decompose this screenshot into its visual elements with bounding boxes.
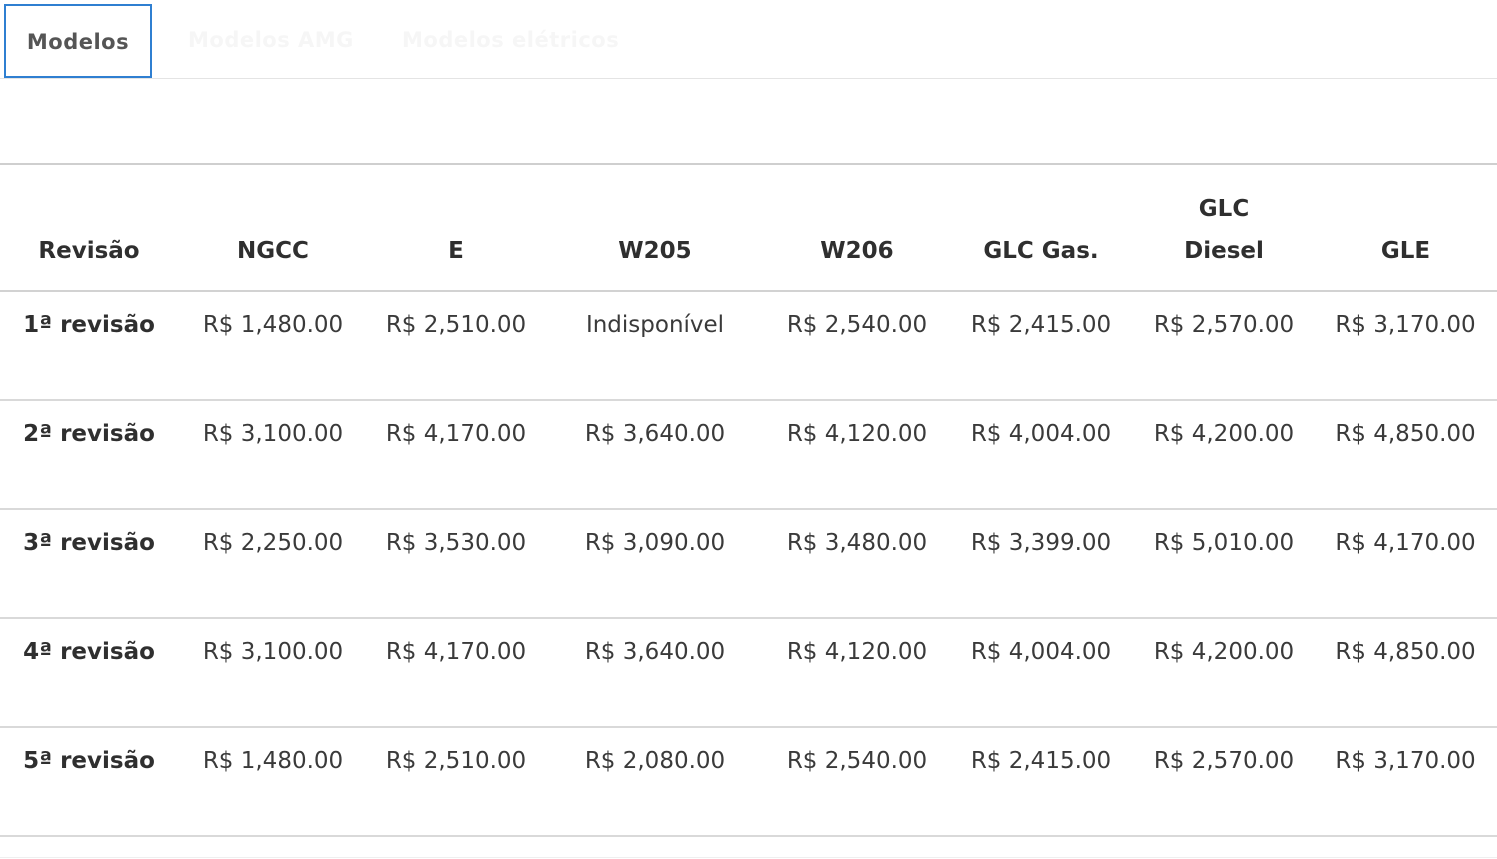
price-cell: R$ 2,080.00: [544, 727, 766, 837]
header-glc-gas: GLC Gas.: [948, 164, 1134, 292]
price-cell: R$ 3,640.00: [544, 618, 766, 728]
price-cell: R$ 4,004.00: [948, 400, 1134, 510]
price-cell: R$ 3,399.00: [948, 509, 1134, 619]
price-cell: R$ 4,850.00: [1314, 618, 1497, 728]
price-cell: R$ 2,570.00: [1134, 291, 1314, 401]
price-cell: R$ 3,100.00: [178, 400, 368, 510]
header-glc-diesel: GLC Diesel: [1134, 164, 1314, 292]
price-cell: R$ 5,010.00: [1134, 509, 1314, 619]
price-cell: R$ 3,090.00: [544, 509, 766, 619]
header-gle: GLE: [1314, 164, 1497, 292]
price-cell: R$ 2,510.00: [368, 291, 544, 401]
price-cell: Indisponível: [544, 291, 766, 401]
price-cell: R$ 4,200.00: [1134, 618, 1314, 728]
price-cell: R$ 1,480.00: [178, 291, 368, 401]
price-cell: R$ 2,250.00: [178, 509, 368, 619]
header-ngcc: NGCC: [178, 164, 368, 292]
price-cell: R$ 3,480.00: [766, 509, 948, 619]
price-cell: R$ 3,170.00: [1314, 291, 1497, 401]
header-w205: W205: [544, 164, 766, 292]
table-header-row: Revisão NGCC E W205 W206 GLC Gas. GLC Di…: [0, 164, 1497, 292]
price-cell: R$ 4,004.00: [948, 618, 1134, 728]
tab-modelos-amg[interactable]: Modelos AMG: [188, 4, 354, 78]
price-cell: R$ 4,170.00: [368, 400, 544, 510]
table-row: 1ª revisão R$ 1,480.00 R$ 2,510.00 Indispon…: [0, 291, 1497, 401]
price-cell: R$ 2,415.00: [948, 727, 1134, 837]
tab-modelos-eletricos[interactable]: Modelos elétricos: [402, 4, 619, 78]
revision-label: 4ª revisão: [0, 618, 178, 728]
revision-label: 5ª revisão: [0, 727, 178, 837]
price-cell: R$ 3,640.00: [544, 400, 766, 510]
header-revisao: Revisão: [0, 164, 178, 292]
table-row: 5ª revisão R$ 1,480.00 R$ 2,510.00 R$ 2,080…: [0, 727, 1497, 837]
price-cell: R$ 2,510.00: [368, 727, 544, 837]
price-cell: R$ 2,540.00: [766, 291, 948, 401]
price-cell: R$ 4,200.00: [1134, 400, 1314, 510]
revision-label: 1ª revisão: [0, 291, 178, 401]
revision-label: 2ª revisão: [0, 400, 178, 510]
price-cell: R$ 4,170.00: [1314, 509, 1497, 619]
revision-label: 3ª revisão: [0, 509, 178, 619]
price-cell: R$ 4,120.00: [766, 618, 948, 728]
tab-modelos[interactable]: Modelos: [4, 4, 152, 78]
header-e: E: [368, 164, 544, 292]
price-table-container: Revisão NGCC E W205 W206 GLC Gas. GLC Di…: [0, 164, 1497, 837]
table-row: 2ª revisão R$ 3,100.00 R$ 4,170.00 R$ 3,640…: [0, 400, 1497, 510]
price-cell: R$ 3,530.00: [368, 509, 544, 619]
table-bottom-divider: [0, 857, 1497, 858]
revision-price-table: Revisão NGCC E W205 W206 GLC Gas. GLC Di…: [0, 164, 1497, 837]
table-row: 4ª revisão R$ 3,100.00 R$ 4,170.00 R$ 3,640…: [0, 618, 1497, 728]
price-cell: R$ 4,850.00: [1314, 400, 1497, 510]
price-cell: R$ 3,170.00: [1314, 727, 1497, 837]
table-row: 3ª revisão R$ 2,250.00 R$ 3,530.00 R$ 3,090…: [0, 509, 1497, 619]
price-cell: R$ 1,480.00: [178, 727, 368, 837]
price-cell: R$ 3,100.00: [178, 618, 368, 728]
price-cell: R$ 2,540.00: [766, 727, 948, 837]
price-cell: R$ 4,170.00: [368, 618, 544, 728]
header-w206: W206: [766, 164, 948, 292]
price-cell: R$ 4,120.00: [766, 400, 948, 510]
price-cell: R$ 2,415.00: [948, 291, 1134, 401]
price-cell: R$ 2,570.00: [1134, 727, 1314, 837]
tab-bar: Modelos Modelos AMG Modelos elétricos: [0, 0, 1497, 79]
